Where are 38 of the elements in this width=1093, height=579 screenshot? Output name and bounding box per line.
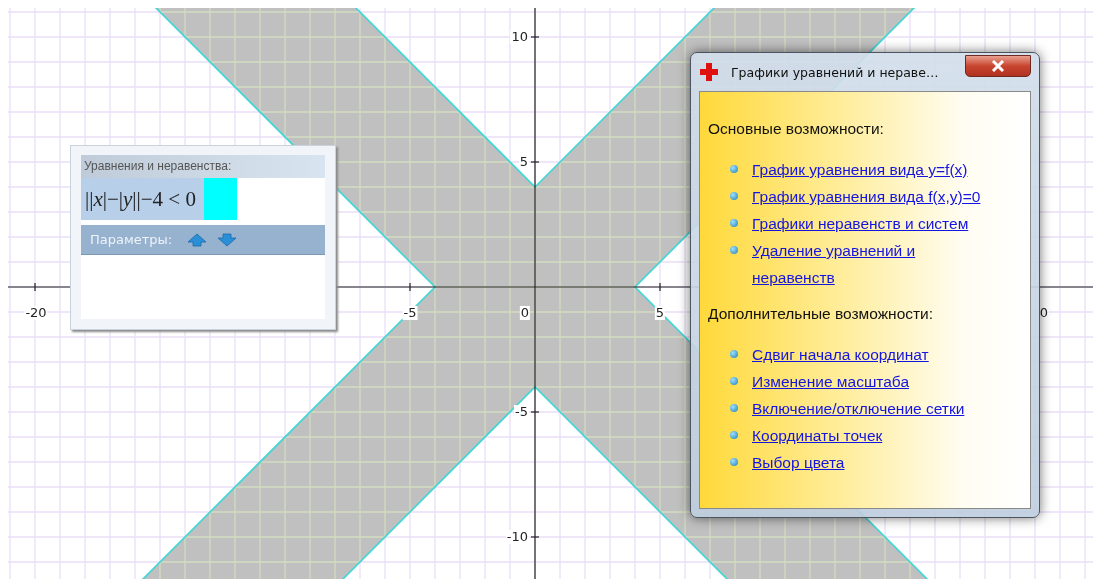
help-link[interactable]: Включение/отключение сетки: [752, 395, 1002, 422]
help-link[interactable]: Удаление уравнений и неравенств: [752, 237, 1002, 291]
axis-label: 10: [510, 30, 529, 44]
equation[interactable]: ||x|−|y||−4 < 0: [81, 178, 204, 220]
bullet-icon: [730, 350, 738, 358]
help-link[interactable]: График уравнения вида y=f(x): [752, 156, 1002, 183]
axis-label: 5: [518, 155, 529, 169]
bullet-icon: [730, 165, 738, 173]
bullet-icon: [730, 377, 738, 385]
help-link[interactable]: Изменение масштаба: [752, 368, 1002, 395]
bullet-icon: [730, 431, 738, 439]
bullet-icon: [730, 458, 738, 466]
axis-label: 0: [519, 306, 531, 320]
window-title: Графики уравнений и нераве…: [731, 64, 940, 80]
help-link[interactable]: Сдвиг начала координат: [752, 341, 1002, 368]
section-heading: Основные возможности:: [708, 120, 885, 138]
help-link[interactable]: Выбор цвета: [752, 449, 1002, 476]
close-icon: [991, 60, 1005, 72]
bullet-icon: [730, 219, 738, 227]
cross-icon: [699, 62, 719, 82]
axis-label: 5: [654, 306, 666, 320]
color-swatch[interactable]: [203, 178, 237, 220]
axis-label: -20: [24, 306, 48, 320]
bullet-icon: [730, 192, 738, 200]
bullet-icon: [730, 246, 738, 254]
help-link[interactable]: График уравнения вида f(x,y)=0: [752, 183, 1002, 210]
down-arrow-icon[interactable]: [217, 232, 238, 247]
axis-label: -10: [505, 530, 529, 544]
panel-title: Уравнения и неравенства:: [83, 158, 233, 174]
bullet-icon: [730, 404, 738, 412]
help-link[interactable]: Графики неравенств и систем: [752, 210, 1002, 237]
parameters-label: Параметры:: [90, 232, 173, 247]
up-arrow-icon[interactable]: [187, 232, 208, 247]
help-link[interactable]: Координаты точек: [752, 422, 1002, 449]
axis-label: -5: [402, 306, 418, 320]
axis-label: -5: [514, 405, 529, 419]
section-heading: Дополнительные возможности:: [708, 305, 935, 323]
close-button[interactable]: [965, 55, 1031, 77]
